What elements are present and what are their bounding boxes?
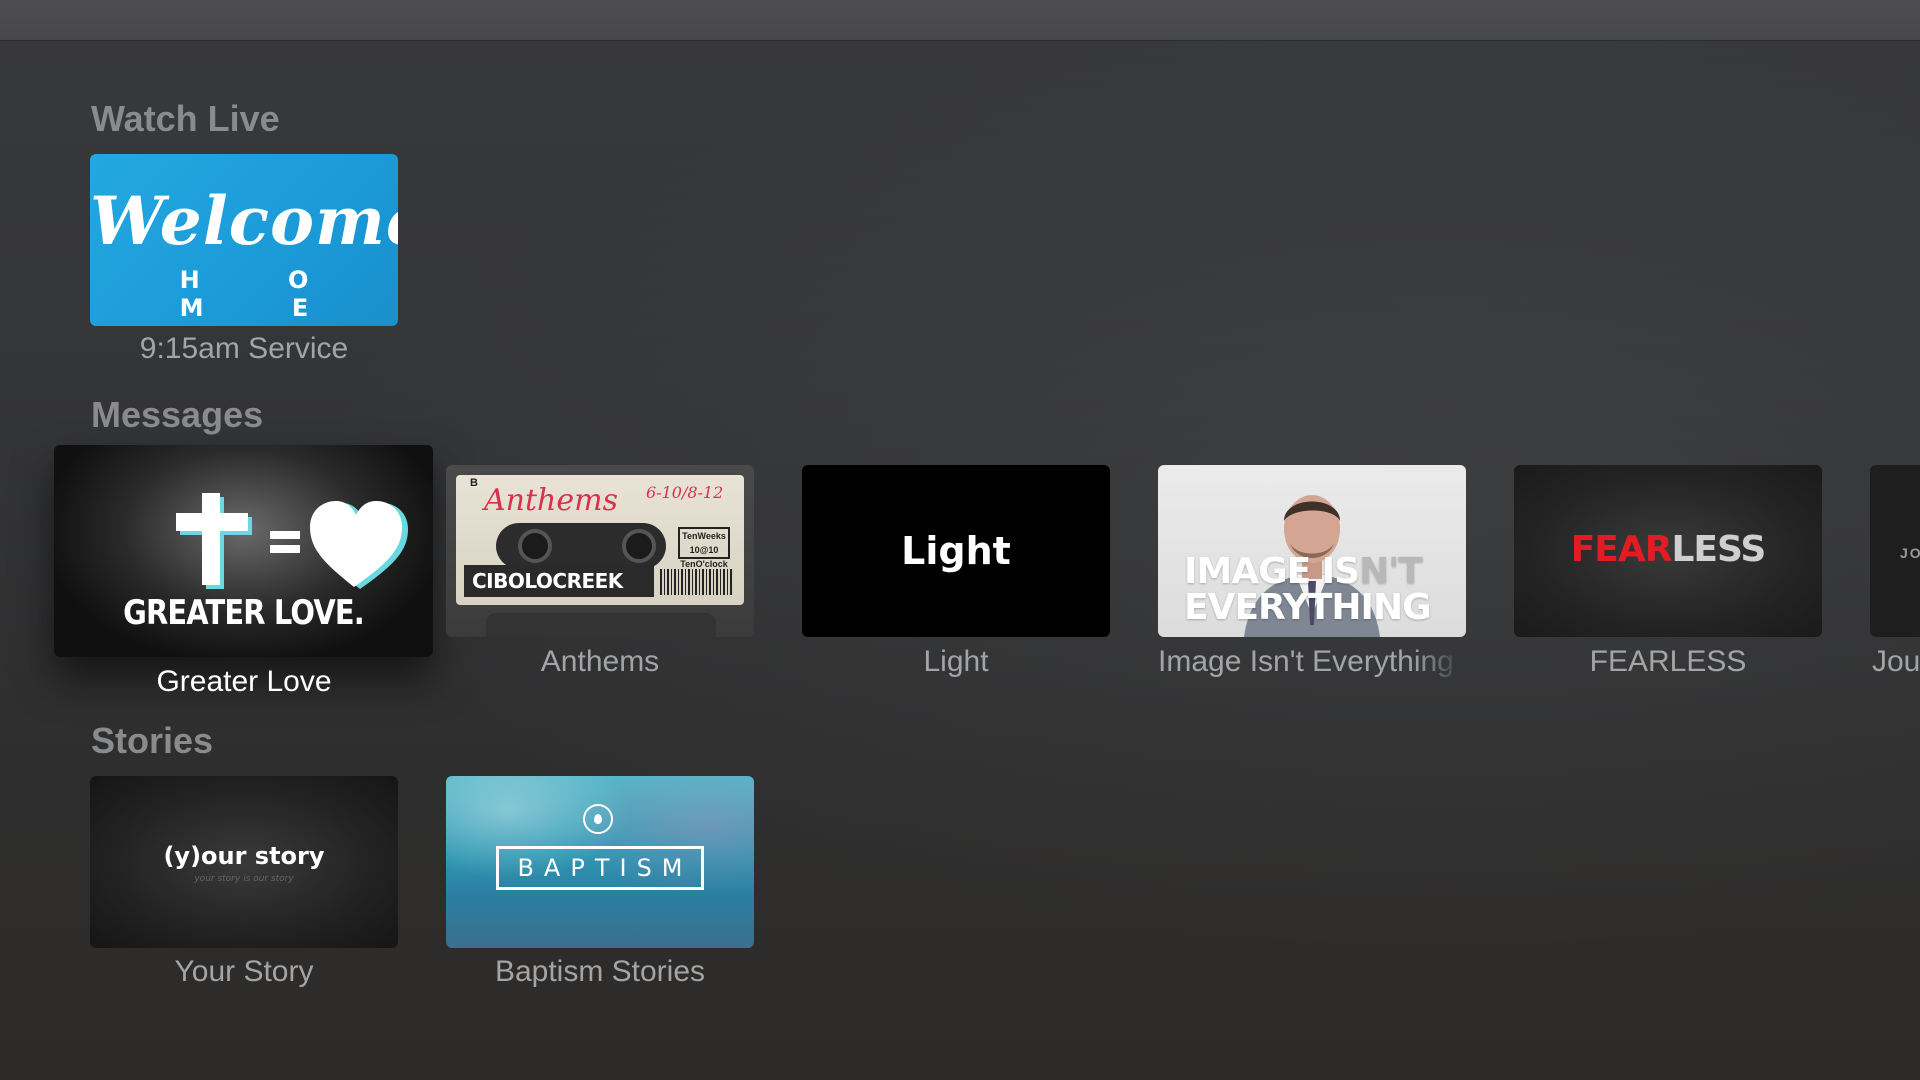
cassette-sidebox: TenWeeks 10@10 TenO'clock [678, 527, 730, 569]
tile-journey-partial[interactable]: JO [1870, 465, 1920, 637]
image-art-line2: EVERYTHING [1184, 587, 1432, 628]
heart-icon [310, 501, 408, 589]
tile-watch-live-service[interactable]: Welcome H O M E [90, 154, 398, 326]
tile-label-fearless: FEARLESS [1589, 645, 1747, 678]
section-title-stories: Stories [91, 720, 214, 761]
anthems-brand: CIBOLOCREEK [464, 565, 654, 597]
tile-label-watch-live-service: 9:15am Service [139, 332, 349, 365]
tile-label-greater-love: Greater Love [156, 665, 332, 698]
cassette-bottom [486, 613, 716, 637]
greater-love-caption: GREATER LOVE. [123, 593, 365, 633]
tile-label-anthems: Anthems [540, 645, 660, 678]
cross-icon [176, 493, 252, 589]
barcode-icon [660, 569, 734, 595]
tile-label-light: Light [923, 645, 989, 678]
equals-icon [270, 531, 300, 553]
section-title-messages: Messages [91, 394, 264, 435]
tile-your-story[interactable]: (y)our story your story is our story [90, 776, 398, 948]
tile-light[interactable]: Light [802, 465, 1110, 637]
anthems-script: Anthems [484, 483, 618, 518]
tile-baptism-stories[interactable]: BAPTISM [446, 776, 754, 948]
welcome-art-home: H O M E [179, 266, 349, 322]
section-title-watch-live: Watch Live [91, 98, 280, 139]
cassette-reel-icon [518, 529, 552, 563]
welcome-art-script: Welcome [90, 182, 398, 260]
tile-label-journey-partial: Jou [1872, 645, 1920, 678]
tile-label-image-isnt-everything: Image Isn't Everything [1158, 645, 1454, 678]
your-story-art-word: (y)our story [163, 842, 325, 870]
cassette-side-letter: B [470, 477, 478, 489]
tile-greater-love[interactable]: GREATER LOVE. [54, 445, 433, 657]
image-art-line1: IMAGE ISN'T [1184, 551, 1423, 592]
anthems-dates: 6-10/8-12 [646, 483, 724, 502]
baptism-art-word: BAPTISM [496, 846, 704, 890]
tile-label-your-story: Your Story [174, 955, 314, 988]
tile-image-isnt-everything[interactable]: IMAGE ISN'T EVERYTHING [1158, 465, 1466, 637]
cassette-reel-icon [622, 529, 656, 563]
fearless-art-word: FEARLESS [1570, 529, 1767, 570]
tile-anthems[interactable]: B Anthems 6-10/8-12 TenWeeks 10@10 TenO'… [446, 465, 754, 637]
tile-label-baptism-stories: Baptism Stories [494, 955, 706, 988]
water-drop-icon [583, 804, 613, 834]
journey-art-text: JO [1900, 545, 1920, 561]
tile-fearless[interactable]: FEARLESS [1514, 465, 1822, 637]
light-art-word: Light [901, 529, 1011, 573]
top-bar [0, 0, 1920, 41]
your-story-art-sub: your story is our story [194, 874, 294, 884]
